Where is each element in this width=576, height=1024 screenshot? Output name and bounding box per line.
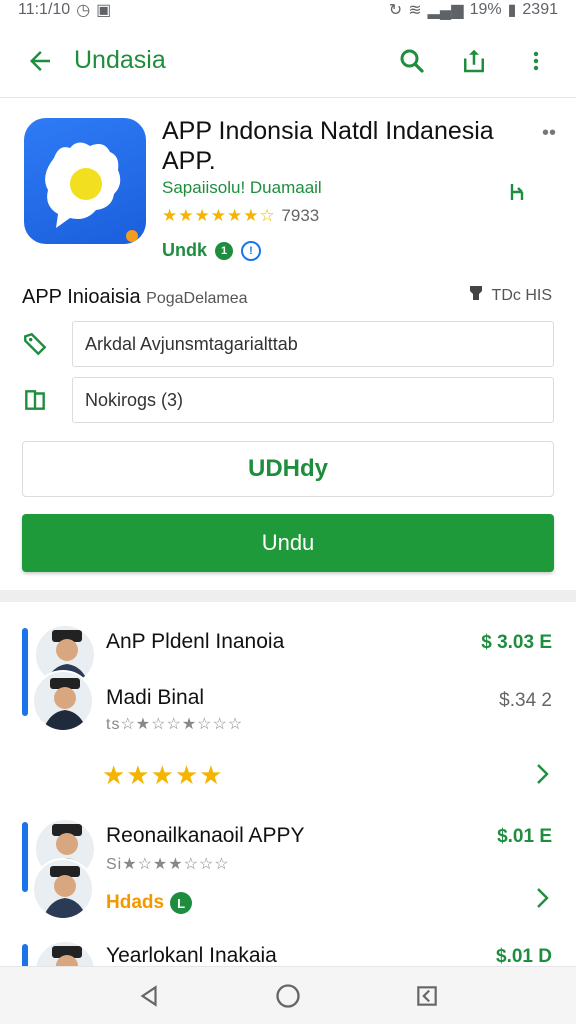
battery-icon: ▮ (507, 2, 517, 19)
item-rating-small: ts☆★☆☆★☆☆☆ (106, 716, 244, 733)
status-time: 11:1/10 (18, 1, 71, 18)
section-subtitle: PogaDelamea (146, 290, 248, 307)
avatar (34, 940, 96, 966)
item-price[interactable]: $.01 D (496, 946, 552, 966)
chevron-right-icon[interactable] (530, 886, 554, 910)
item-rating-small: Si★☆★★☆☆☆ (106, 856, 230, 873)
app-badge: Undk 1 ! (162, 240, 261, 261)
alarm-icon: ◷ (76, 2, 91, 19)
badge-dot-icon: 1 (215, 241, 233, 260)
section-divider (0, 590, 576, 602)
badge-label: Undk (162, 240, 207, 260)
tag-icon (468, 284, 484, 307)
section-title: APP Inioaisia PogaDelamea (22, 286, 248, 309)
book-icon (22, 387, 62, 413)
home-nav-icon[interactable] (268, 976, 308, 1016)
accessibility-icon[interactable] (508, 180, 528, 209)
avatar (32, 670, 94, 732)
search-icon[interactable] (390, 39, 434, 83)
item-tag-label: Hdads (106, 892, 165, 913)
more-vert-icon[interactable] (514, 39, 558, 83)
avatar-accent-bar (22, 628, 28, 716)
list-item[interactable]: Yearlokanl Inakaia $.01 D (0, 938, 576, 966)
outline-button[interactable]: UDHdy (22, 441, 554, 497)
item-subtitle: Madi Binal (106, 686, 205, 709)
section-meta: TDc HIS (468, 284, 552, 307)
chevron-right-icon[interactable] (530, 762, 554, 786)
battery-percent: 19% (469, 1, 502, 18)
item-title: AnP Pldenl Inanoia (106, 630, 285, 653)
detail-field-1[interactable] (72, 321, 554, 367)
status-right-text: 2391 (522, 1, 558, 18)
item-tag: Hdads L (106, 892, 193, 914)
back-arrow-icon[interactable] (20, 41, 60, 81)
rating-count: 7933 (281, 206, 320, 225)
avatar-stack (22, 818, 98, 920)
app-name: APP Indonsia Natdl Indanesia APP. (162, 117, 494, 175)
install-button[interactable]: Undu (22, 514, 554, 572)
avatar-stack (22, 940, 98, 966)
item-rating-stars: ★★★★★ (102, 760, 224, 790)
app-developer-link[interactable]: Sapaiisolu! Duamaail (162, 178, 322, 198)
item-title: Yearlokanl Inakaia (106, 944, 277, 966)
recents-nav-icon[interactable] (407, 976, 447, 1016)
list-item[interactable]: Reonailkanaoil APPY $.01 E Si★☆★★☆☆☆ Hda… (0, 814, 576, 934)
app-bar-title: Undasia (74, 46, 166, 74)
list-item[interactable]: AnP Pldenl Inanoia $ 3.03 E Madi Binal $… (0, 618, 576, 808)
sync-icon: ↻ (388, 2, 403, 19)
app-rating: ★★★★★★☆ 7933 (162, 206, 319, 226)
back-nav-icon[interactable] (129, 976, 169, 1016)
tag-dot-icon: L (170, 892, 193, 914)
item-price[interactable]: $ 3.03 E (481, 632, 552, 654)
rating-stars: ★★★★★★☆ (162, 206, 276, 225)
section-meta-text: TDc HIS (491, 286, 552, 304)
status-bar: 11:1/10 ◷ ▣ ↻ ≋ ▂▄▆ 19% ▮ 2391 (0, 0, 576, 20)
section-title-text: APP Inioaisia (22, 286, 141, 308)
item-price-secondary: $.34 2 (499, 690, 552, 711)
avatar (32, 858, 94, 920)
app-bar: Undasia (0, 24, 576, 98)
field-row-2 (22, 376, 554, 424)
detail-field-2[interactable] (72, 377, 554, 423)
item-title: Reonailkanaoil APPY (106, 824, 305, 847)
system-nav-bar (0, 966, 576, 1024)
app-header: APP Indonsia Natdl Indanesia APP. •• Sap… (0, 108, 576, 268)
more-horiz-icon[interactable]: •• (542, 122, 556, 145)
avatar-accent-bar (22, 944, 28, 966)
app-logo-icon (24, 118, 146, 244)
avatar-stack (22, 624, 98, 734)
info-icon[interactable]: ! (241, 240, 261, 261)
wifi-icon: ≋ (408, 2, 422, 19)
signal-icon: ▂▄▆ (427, 2, 464, 19)
field-row-1 (22, 320, 554, 368)
item-price[interactable]: $.01 E (497, 826, 552, 848)
notification-icon: ▣ (96, 2, 112, 19)
avatar-accent-bar (22, 822, 28, 892)
tag-outline-icon (22, 331, 62, 357)
share-icon[interactable] (452, 39, 496, 83)
